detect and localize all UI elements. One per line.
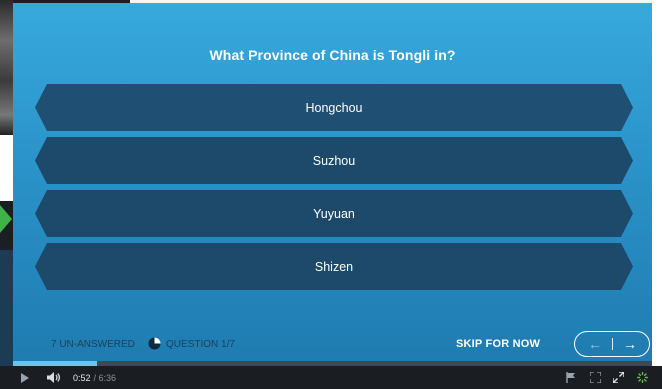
unanswered-count: 7 UN-ANSWERED — [51, 339, 135, 350]
nav-divider — [612, 338, 613, 350]
flag-icon[interactable] — [566, 366, 576, 389]
total-time: / 6:36 — [93, 372, 117, 383]
background-white-area — [0, 135, 13, 201]
question-text: What Province of China is Tongli in? — [209, 47, 456, 63]
arrow-right-icon[interactable]: → — [620, 335, 640, 353]
current-time: 0:52 — [73, 372, 91, 383]
green-arrow-shape — [0, 205, 12, 233]
video-controls: 0:52 / 6:36 — [0, 366, 662, 389]
playback-time: 0:52 / 6:36 — [73, 366, 116, 389]
answer-list: Hongchou Suzhou Yuyuan Shizen — [35, 84, 633, 296]
skip-button[interactable]: SKIP FOR NOW — [456, 338, 540, 350]
right-edge — [652, 0, 662, 366]
answer-label: Yuyuan — [313, 206, 355, 221]
question-nav: ← → — [574, 331, 650, 357]
play-icon[interactable] — [20, 366, 30, 389]
background-video-strip — [0, 0, 13, 366]
arrow-left-icon[interactable]: ← — [585, 335, 605, 353]
question-counter: QUESTION 1/7 — [166, 339, 235, 350]
progress-pie-icon — [148, 337, 161, 350]
answer-option-2[interactable]: Suzhou — [35, 137, 633, 184]
fullscreen-icon[interactable] — [613, 366, 624, 389]
expand-icon[interactable] — [590, 366, 601, 389]
answer-option-4[interactable]: Shizen — [35, 243, 633, 290]
answer-option-3[interactable]: Yuyuan — [35, 190, 633, 237]
volume-icon[interactable] — [47, 366, 61, 389]
quiz-panel: What Province of China is Tongli in? Hon… — [13, 3, 652, 366]
answer-label: Hongchou — [305, 100, 363, 115]
background-photo — [0, 0, 13, 135]
quiz-footer: 7 UN-ANSWERED QUESTION 1/7 SKIP FOR NOW … — [13, 329, 652, 361]
answer-label: Suzhou — [312, 153, 356, 168]
loading-spinner-icon — [637, 366, 648, 389]
background-dark-area — [0, 250, 13, 366]
answer-label: Shizen — [314, 259, 354, 274]
answer-option-1[interactable]: Hongchou — [35, 84, 633, 131]
